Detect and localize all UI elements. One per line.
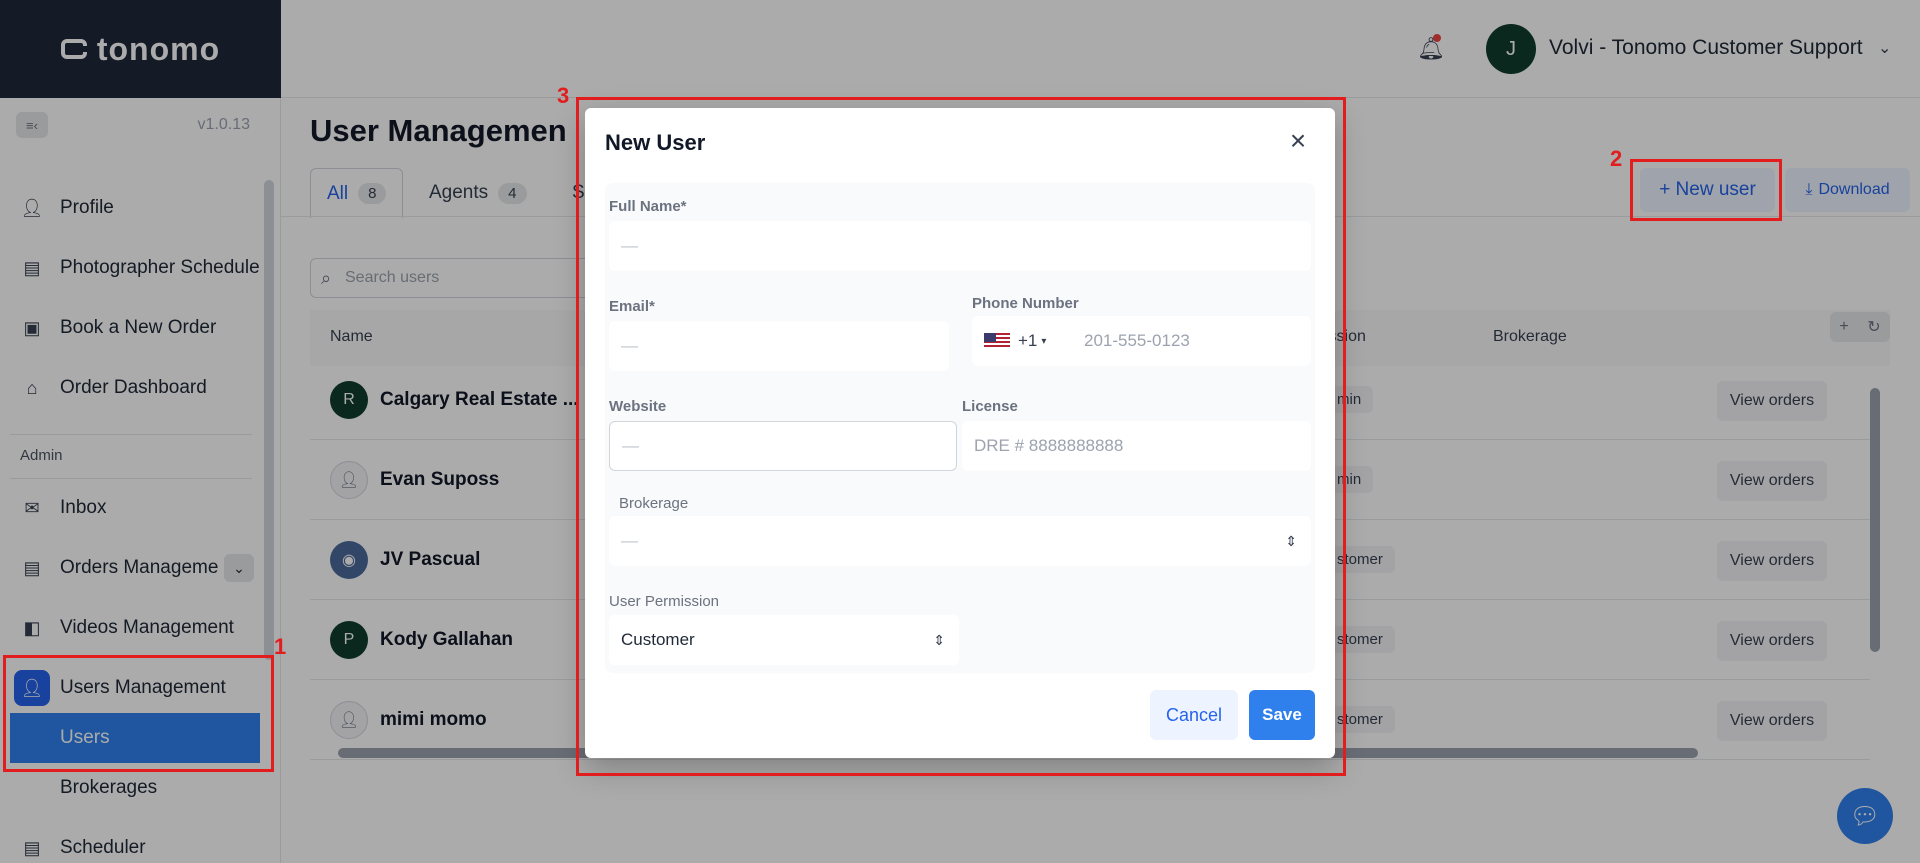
- annotation-box-3: [576, 97, 1346, 776]
- annotation-label-3: 3: [557, 83, 570, 108]
- annotation-label-1: 1: [274, 634, 287, 659]
- annotation-box-1: [3, 655, 274, 772]
- annotation-box-2: [1630, 159, 1782, 221]
- annotation-label-2: 2: [1610, 146, 1623, 171]
